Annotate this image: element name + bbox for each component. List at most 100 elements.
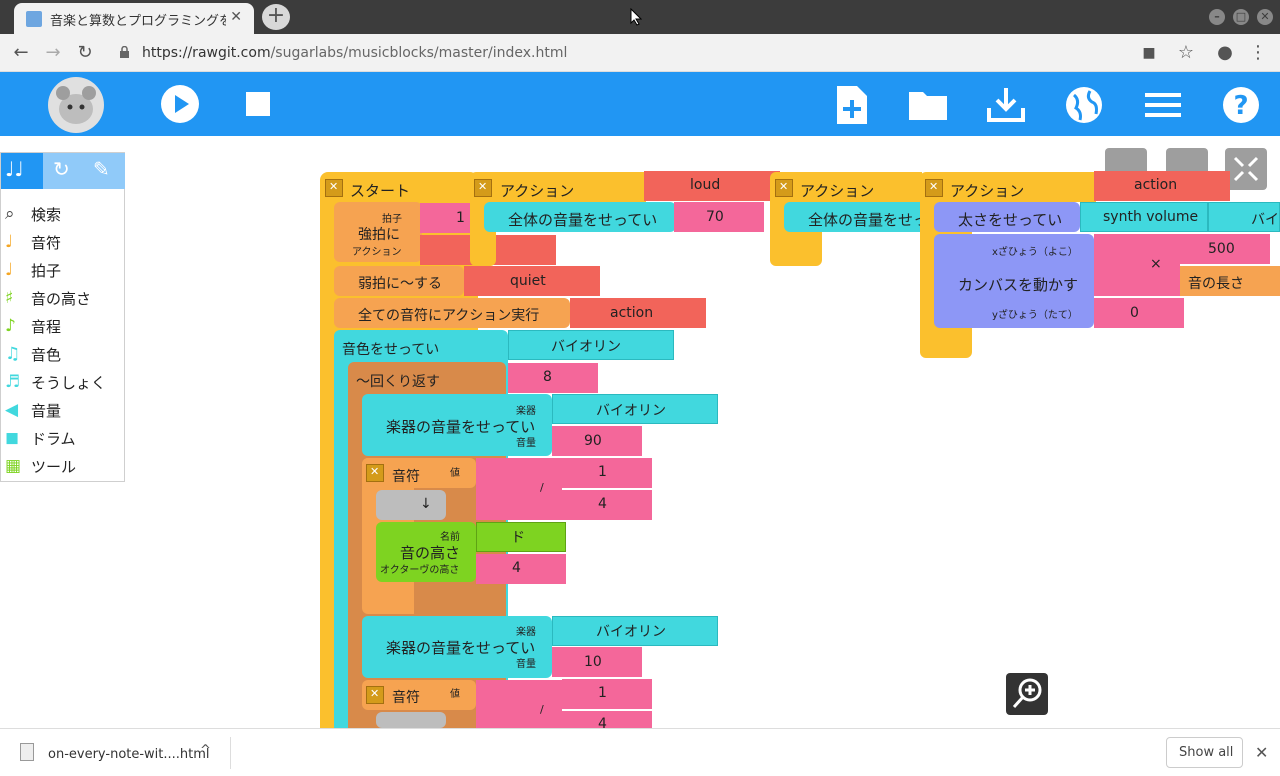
palette-item[interactable]: ◼ ドラム — [1, 423, 125, 451]
denominator-input-1[interactable] — [562, 490, 652, 520]
url-field[interactable]: https://rawgit.com/sugarlabs/musicblocks… — [142, 45, 567, 61]
minimize-icon[interactable]: – — [1209, 9, 1225, 25]
numerator-input-1[interactable] — [562, 458, 652, 488]
palette-item[interactable]: ♩ 拍子 — [1, 255, 125, 283]
instrument-volume-label-2: 楽器の音量をせってい — [386, 639, 536, 657]
action-header-3: アクション — [950, 182, 1025, 200]
browser-tab[interactable]: 音楽と算数とプログラミングを学 ✕ — [14, 3, 254, 34]
numerator-value-2: 1 — [598, 685, 607, 701]
stop-icon[interactable] — [246, 92, 270, 116]
value-sub-label: 値 — [450, 468, 460, 479]
reload-icon[interactable]: ↻ — [72, 40, 98, 66]
divide-block-1[interactable] — [476, 458, 562, 520]
open-folder-icon[interactable] — [908, 86, 948, 124]
file-icon — [20, 743, 34, 761]
help-icon[interactable]: ? — [1221, 86, 1261, 124]
download-file-name[interactable]: on-every-note-wit....html — [48, 747, 210, 762]
palette-item-label: 音色 — [31, 346, 62, 364]
chevron-up-icon[interactable]: ^ — [200, 743, 211, 758]
divide-symbol-1: / — [540, 481, 544, 494]
palette-item[interactable]: ◀ 音量 — [1, 395, 125, 423]
download-bar: on-every-note-wit....html ^ Show all ✕ — [0, 728, 1280, 776]
block-canvas[interactable]: スタート 拍子 強拍に アクション 1 弱拍に～する quiet 全ての音符にア… — [0, 136, 1280, 728]
menu-dots-icon[interactable]: ⋮ — [1245, 40, 1271, 66]
palette-item[interactable]: ♯ 音の高さ — [1, 283, 125, 311]
loud-value: loud — [690, 177, 721, 193]
set-timbre-label: 音色をせってい — [342, 342, 440, 358]
timbre-value: バイオリン — [551, 339, 621, 355]
note-label-2: 音符 — [392, 690, 420, 706]
forward-icon[interactable]: → — [40, 40, 66, 66]
palette-item-label: そうしょく — [31, 374, 107, 392]
repeat-count-input[interactable] — [508, 363, 598, 393]
rest-block[interactable] — [376, 490, 446, 520]
palette-item[interactable]: ♬ そうしょく — [1, 367, 125, 395]
denominator-value-2: 4 — [598, 716, 607, 728]
play-icon[interactable] — [160, 84, 200, 124]
master-volume-label: 全体の音量をせってい — [508, 211, 658, 229]
note-label-1: 音符 — [392, 469, 420, 485]
octave-input[interactable] — [476, 554, 566, 584]
collapse-icon[interactable] — [925, 179, 943, 197]
weak-beat-label: 弱拍に～する — [358, 276, 442, 292]
flow-palette-tab[interactable]: ↻ — [53, 157, 70, 181]
note-length-label: 音の長さ — [1188, 276, 1244, 292]
palette-item[interactable]: ⌕ 検索 — [1, 199, 125, 227]
drum-icon: ◼ — [5, 428, 20, 448]
numerator-input-2[interactable] — [562, 679, 652, 709]
beat-sub-label: 拍子 — [382, 214, 402, 225]
account-icon[interactable]: ● — [1212, 40, 1238, 66]
denominator-value-1: 4 — [598, 496, 607, 512]
instrument-sub-label-2: 楽器 — [516, 627, 536, 638]
palette-item[interactable]: ♪ 音程 — [1, 311, 125, 339]
denominator-input-2[interactable] — [562, 711, 652, 728]
mouse-logo-icon[interactable] — [48, 77, 104, 133]
divider — [230, 737, 231, 769]
palette-item[interactable]: ♩ 音符 — [1, 227, 125, 255]
globe-icon[interactable] — [1064, 86, 1104, 124]
lock-icon — [120, 46, 129, 58]
collapse-icon[interactable] — [325, 179, 343, 197]
close-download-bar-icon[interactable]: ✕ — [1255, 743, 1268, 762]
collapse-icon[interactable] — [366, 686, 384, 704]
star-icon[interactable]: ☆ — [1173, 40, 1199, 66]
palette-item-label: 検索 — [31, 206, 62, 224]
multiply-block[interactable] — [1094, 234, 1180, 296]
close-window-icon[interactable]: ✕ — [1257, 9, 1273, 25]
volume-icon: ◀ — [5, 400, 19, 420]
shrink-icon[interactable] — [1225, 148, 1267, 190]
x-sub-label: xざひょう（よこ） — [992, 247, 1078, 258]
y-value: 0 — [1130, 305, 1139, 321]
palette-item-label: 音の高さ — [31, 290, 92, 308]
interval-icon: ♪ — [5, 316, 16, 336]
maximize-icon[interactable]: □ — [1233, 9, 1249, 25]
palette-item[interactable]: ▦ ツール — [1, 451, 125, 479]
octave-sub-label: オクターヴの高さ — [380, 565, 460, 576]
back-icon[interactable]: ← — [8, 40, 34, 66]
zoom-in-button[interactable] — [1006, 673, 1048, 715]
palette-item[interactable]: ♫ 音色 — [1, 339, 125, 367]
tab-title: 音楽と算数とプログラミングを学 — [50, 14, 226, 29]
new-project-icon[interactable] — [831, 86, 871, 124]
collapse-icon[interactable] — [775, 179, 793, 197]
close-tab-icon[interactable]: ✕ — [230, 9, 242, 25]
divide-symbol-2: / — [540, 703, 544, 716]
palette-tabs: ♩♩ ↻ ✎ — [1, 153, 125, 189]
repeat-value: 8 — [543, 369, 552, 385]
collapse-icon[interactable] — [474, 179, 492, 197]
y-value-input[interactable] — [1094, 298, 1184, 328]
svg-text:?: ? — [1233, 91, 1248, 121]
camera-icon[interactable]: ■ — [1136, 40, 1162, 66]
rest-block-2[interactable] — [376, 712, 446, 728]
rest-symbol: ↓ — [420, 496, 432, 512]
multiply-symbol: × — [1150, 256, 1162, 272]
hamburger-menu-icon[interactable] — [1143, 86, 1183, 124]
new-tab-button[interactable]: + — [262, 4, 290, 30]
divide-block-2[interactable] — [476, 680, 562, 728]
show-all-button[interactable]: Show all — [1166, 737, 1243, 768]
collapse-icon[interactable] — [366, 464, 384, 482]
palette-item-label: 音量 — [31, 402, 62, 420]
download-icon[interactable] — [986, 86, 1026, 124]
address-bar: ← → ↻ https://rawgit.com/sugarlabs/music… — [0, 34, 1280, 72]
art-palette-tab[interactable]: ✎ — [93, 157, 110, 181]
